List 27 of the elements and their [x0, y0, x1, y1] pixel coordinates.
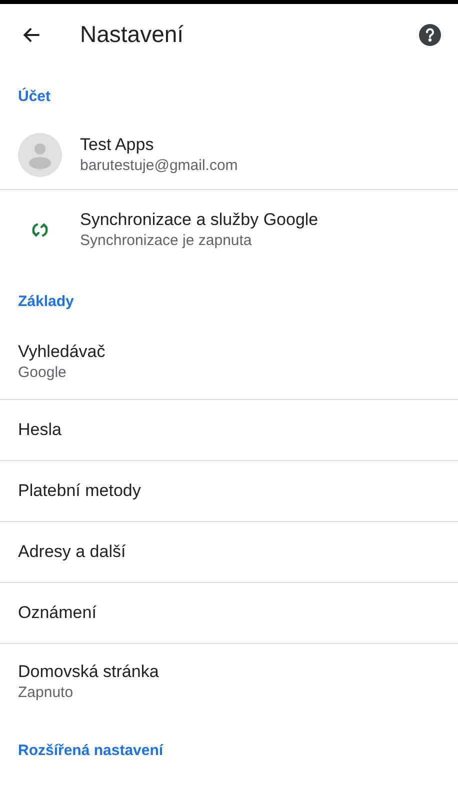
settings-item[interactable]: Vyhledávač Google	[0, 325, 458, 400]
item-title: Test Apps	[80, 134, 155, 156]
avatar-icon	[18, 132, 62, 176]
item-title: Hesla	[18, 419, 62, 441]
section-heading: Účet	[18, 86, 51, 106]
item-title: Domovská stránka	[18, 660, 159, 682]
item-title: Oznámení	[18, 602, 96, 624]
settings-item[interactable]: Hesla	[0, 400, 458, 461]
section-heading: Rozšířená nastavení	[18, 740, 164, 760]
item-subtitle: barutestuje@gmail.com	[80, 156, 238, 176]
item-subtitle: Zapnuto	[18, 682, 74, 702]
settings-item[interactable]: Adresy a další	[0, 522, 458, 583]
settings-item[interactable]: Oznámení	[0, 583, 458, 644]
item-title: Synchronizace a služby Google	[80, 209, 318, 231]
item-subtitle: Google	[18, 363, 68, 383]
settings-item[interactable]: Synchronizace a služby Google Synchronizace je zapnuta	[0, 190, 458, 270]
settings-item[interactable]: Domovská stránka Zapnuto	[0, 644, 458, 719]
item-title: Adresy a další	[18, 541, 126, 563]
page-title: Nastavení	[80, 20, 184, 50]
item-title: Vyhledávač	[18, 341, 106, 363]
settings-item[interactable]: Test Apps barutestuje@gmail.com	[0, 120, 458, 190]
item-title: Platební metody	[18, 480, 141, 502]
item-subtitle: Synchronizace je zapnuta	[80, 231, 253, 251]
section-heading: Základy	[18, 292, 74, 312]
settings-item[interactable]: Platební metody	[0, 461, 458, 522]
help-button[interactable]	[419, 24, 441, 46]
question-mark-icon	[425, 28, 435, 42]
